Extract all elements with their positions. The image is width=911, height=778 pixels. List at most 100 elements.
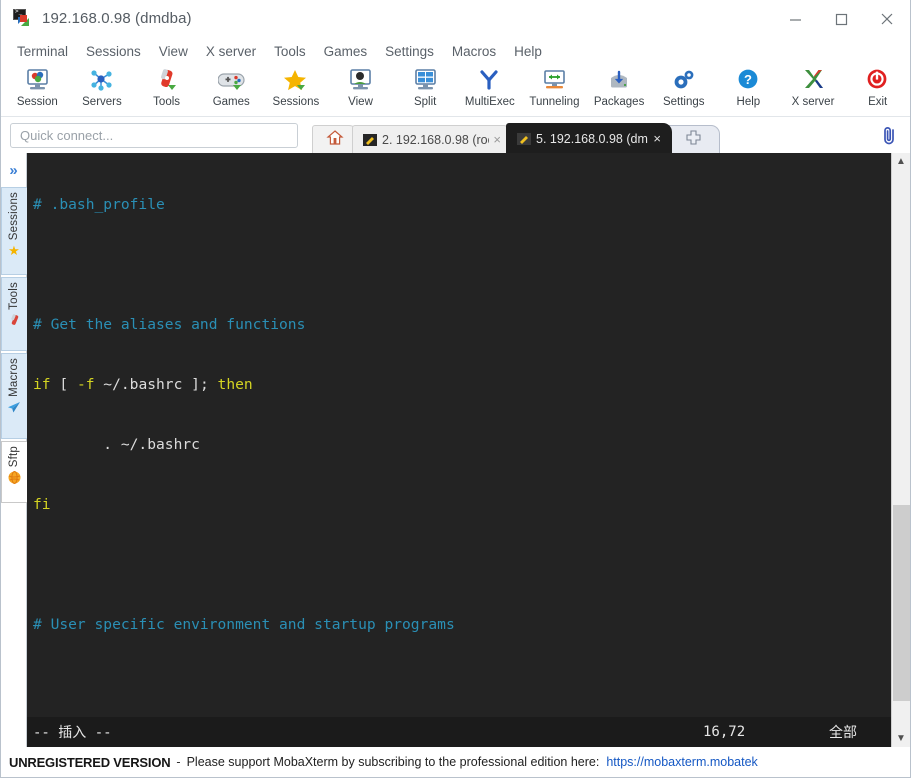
terminal-text: # .bash_profile # Get the aliases and fu… bbox=[33, 196, 455, 747]
ssh-key-icon bbox=[517, 132, 531, 145]
toolbar-button-split[interactable]: Split bbox=[393, 64, 458, 108]
sidebar-expand-button[interactable]: » bbox=[1, 153, 27, 187]
svg-text:?: ? bbox=[744, 72, 752, 87]
sidebar-item-label: Sessions bbox=[8, 192, 20, 241]
tab-bar: 2. 192.168.0.98 (root) × 5. 192.168.0.98… bbox=[312, 117, 720, 153]
toolbar-label: Packages bbox=[593, 96, 645, 108]
toolbar-label: Exit bbox=[868, 96, 888, 108]
sidebar-item-label: Tools bbox=[8, 282, 20, 310]
sidebar-item-label: Sftp bbox=[8, 446, 20, 468]
sidebar-item-sftp[interactable]: Sftp bbox=[1, 441, 27, 503]
session-icon bbox=[22, 66, 52, 95]
scroll-down-icon[interactable]: ▼ bbox=[892, 730, 911, 747]
maximize-button[interactable] bbox=[818, 0, 864, 38]
paperclip-icon[interactable] bbox=[880, 125, 898, 150]
sidebar-item-sessions[interactable]: Sessions ★ bbox=[1, 187, 27, 275]
quick-connect-input[interactable]: Quick connect... bbox=[10, 122, 298, 148]
sidebar-item-macros[interactable]: Macros bbox=[1, 353, 27, 439]
menu-settings[interactable]: Settings bbox=[376, 41, 443, 62]
banner-link[interactable]: https://mobaxterm.mobatek bbox=[606, 755, 757, 769]
help-icon: ? bbox=[733, 66, 763, 95]
vim-mode: -- 插入 -- bbox=[33, 725, 112, 741]
menu-sessions[interactable]: Sessions bbox=[77, 41, 150, 62]
scrollbar-thumb[interactable] bbox=[892, 505, 910, 701]
tab-label: 2. 192.168.0.98 (root) bbox=[382, 132, 489, 147]
knife-icon bbox=[8, 314, 21, 329]
ssh-key-icon bbox=[363, 133, 377, 146]
tab-session-2[interactable]: 2. 192.168.0.98 (root) × bbox=[352, 125, 512, 153]
toolbar-button-tools[interactable]: Tools bbox=[134, 64, 199, 108]
toolbar-button-x-server[interactable]: X server bbox=[781, 64, 846, 108]
vim-cursor-position: 16,72 bbox=[703, 724, 746, 740]
unregistered-label: UNREGISTERED VERSION bbox=[9, 754, 171, 770]
toolbar-label: Sessions bbox=[272, 96, 320, 108]
toolbar-label: Games bbox=[212, 96, 250, 108]
plus-icon bbox=[685, 129, 702, 150]
close-button[interactable] bbox=[864, 0, 910, 38]
menu-macros[interactable]: Macros bbox=[443, 41, 505, 62]
menu-x-server[interactable]: X server bbox=[197, 41, 265, 62]
games-icon bbox=[216, 66, 246, 95]
menu-view[interactable]: View bbox=[150, 41, 197, 62]
toolbar-label: Servers bbox=[82, 96, 122, 108]
banner-dash: - bbox=[176, 755, 181, 769]
servers-icon bbox=[87, 66, 117, 95]
banner-message: Please support MobaXterm by subscribing … bbox=[186, 755, 600, 769]
split-icon bbox=[410, 66, 440, 95]
toolbar-label: Settings bbox=[662, 96, 705, 108]
window-controls bbox=[772, 0, 910, 38]
quick-connect-and-tabs-row: Quick connect... 2. 192.168.0.98 (ro × 5… bbox=[1, 117, 910, 153]
mobaxterm-window: 192.168.0.98 (dmdba) Terminal Sessions V… bbox=[0, 0, 911, 778]
toolbar-label: Help bbox=[736, 96, 761, 108]
terminal-pane[interactable]: # .bash_profile # Get the aliases and fu… bbox=[27, 153, 910, 747]
sidebar-item-label: Macros bbox=[8, 358, 20, 397]
tab-session-5[interactable]: 5. 192.168.0.98 (dm × bbox=[506, 123, 672, 153]
star-icon: ★ bbox=[8, 243, 20, 259]
menu-help[interactable]: Help bbox=[505, 41, 551, 62]
tab-label: 5. 192.168.0.98 (dm bbox=[536, 131, 648, 146]
menu-bar: Terminal Sessions View X server Tools Ga… bbox=[1, 38, 910, 64]
multiexec-icon bbox=[475, 66, 505, 95]
toolbar-button-tunneling[interactable]: Tunneling bbox=[522, 64, 587, 108]
tab-close-icon[interactable]: × bbox=[493, 132, 501, 147]
menu-terminal[interactable]: Terminal bbox=[8, 41, 77, 62]
toolbar-button-servers[interactable]: Servers bbox=[70, 64, 135, 108]
toolbar-button-help[interactable]: ? Help bbox=[716, 64, 781, 108]
terminal-scrollbar[interactable]: ▲ ▼ bbox=[891, 153, 910, 747]
toolbar-label: View bbox=[348, 96, 373, 108]
new-tab-button[interactable] bbox=[666, 125, 720, 153]
paper-plane-icon bbox=[7, 401, 21, 416]
tunneling-icon bbox=[539, 66, 569, 95]
toolbar-label: Tunneling bbox=[529, 96, 580, 108]
exit-power-icon bbox=[863, 66, 893, 95]
toolbar-button-view[interactable]: View bbox=[328, 64, 393, 108]
tab-close-icon[interactable]: × bbox=[653, 131, 661, 146]
toolbar-button-sessions[interactable]: Sessions bbox=[264, 64, 329, 108]
toolbar-label: MultiExec bbox=[464, 96, 515, 108]
toolbar-label: X server bbox=[791, 96, 835, 108]
toolbar-button-multiexec[interactable]: MultiExec bbox=[457, 64, 522, 108]
toolbar-button-session[interactable]: Session bbox=[5, 64, 70, 108]
title-bar: 192.168.0.98 (dmdba) bbox=[1, 0, 910, 38]
minimize-button[interactable] bbox=[772, 0, 818, 38]
toolbar-button-exit[interactable]: Exit bbox=[845, 64, 910, 108]
window-title: 192.168.0.98 (dmdba) bbox=[42, 10, 192, 27]
menu-tools[interactable]: Tools bbox=[265, 41, 315, 62]
menu-games[interactable]: Games bbox=[315, 41, 377, 62]
mobaxterm-logo-icon bbox=[13, 8, 33, 29]
toolbar-label: Split bbox=[413, 96, 437, 108]
globe-icon bbox=[8, 471, 21, 486]
sidebar-item-tools[interactable]: Tools bbox=[1, 277, 27, 351]
x-server-icon bbox=[798, 66, 828, 95]
toolbar-button-packages[interactable]: Packages bbox=[587, 64, 652, 108]
toolbar-button-settings[interactable]: Settings bbox=[651, 64, 716, 108]
toolbar-label: Session bbox=[16, 96, 58, 108]
toolbar-button-games[interactable]: Games bbox=[199, 64, 264, 108]
home-icon bbox=[326, 129, 344, 150]
sessions-star-icon bbox=[281, 66, 311, 95]
toolbar: Session Servers Tools Games Sessions Vie… bbox=[1, 64, 910, 117]
unregistered-banner: UNREGISTERED VERSION - Please support Mo… bbox=[1, 747, 910, 777]
tools-icon bbox=[152, 66, 182, 95]
scroll-up-icon[interactable]: ▲ bbox=[892, 153, 911, 170]
packages-icon bbox=[604, 66, 634, 95]
